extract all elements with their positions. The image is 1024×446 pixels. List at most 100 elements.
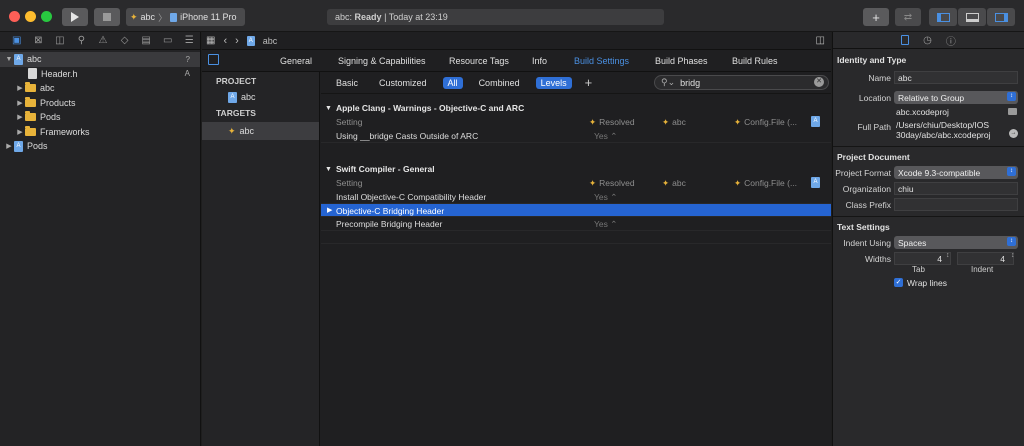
history-inspector-tab[interactable]: ◷: [923, 35, 932, 46]
stop-button[interactable]: [94, 8, 120, 26]
tab-info[interactable]: Info: [532, 56, 547, 66]
breadcrumb-label[interactable]: abc: [263, 36, 278, 46]
tab-signing-capabilities[interactable]: Signing & Capabilities: [338, 56, 426, 66]
indent-using-popup[interactable]: Spaces ↕: [894, 236, 1018, 249]
reveal-in-finder-icon[interactable]: →: [1009, 129, 1018, 138]
filter-basic[interactable]: Basic: [331, 77, 363, 89]
project-item[interactable]: A abc: [202, 88, 319, 106]
indent-width-field[interactable]: 4: [957, 252, 1014, 265]
class-prefix-field[interactable]: [894, 198, 1018, 211]
location-popup[interactable]: Relative to Group ↕: [894, 91, 1018, 104]
column-setting: Setting: [336, 117, 363, 127]
tree-item-group[interactable]: ▶ Pods: [0, 110, 200, 125]
tree-item-label: abc: [40, 83, 55, 94]
toggle-navigator-button[interactable]: [929, 8, 957, 26]
toggle-inspector-button[interactable]: [987, 8, 1015, 26]
tree-item-group[interactable]: ▶ Frameworks: [0, 125, 200, 140]
setting-row[interactable]: Using __bridge Casts Outside of ARC Yes …: [321, 129, 831, 143]
organization-field[interactable]: chiu: [894, 182, 1018, 195]
navigator-tabs: ▣ ⊠ ◫ ⚲ ⚠ ◇ ▤ ▭ ☰: [0, 32, 200, 50]
breakpoint-navigator-tab[interactable]: ▭: [157, 32, 179, 50]
tab-resource-tags[interactable]: Resource Tags: [449, 56, 509, 66]
tree-item-group[interactable]: ▶ abc: [0, 81, 200, 96]
close-window-button[interactable]: [9, 11, 20, 22]
target-icon: ✦: [734, 178, 742, 188]
tree-item-file[interactable]: Header.h A: [0, 67, 200, 82]
tree-item-project[interactable]: ▶ A Pods: [0, 139, 200, 154]
tab-width-stepper[interactable]: ↕: [946, 252, 950, 259]
setting-value[interactable]: Yes ⌃: [594, 131, 617, 142]
forward-arrow-icon[interactable]: ›: [235, 35, 239, 47]
folder-icon[interactable]: [1008, 108, 1017, 115]
disclosure-closed-icon[interactable]: ▶: [4, 142, 14, 150]
tab-build-settings[interactable]: Build Settings: [574, 56, 629, 66]
filter-levels[interactable]: Levels: [535, 76, 572, 89]
minimize-window-button[interactable]: [25, 11, 36, 22]
disclosure-closed-icon[interactable]: ▶: [15, 113, 25, 121]
back-arrow-icon[interactable]: ‹: [223, 35, 227, 47]
disclosure-open-icon[interactable]: ▼: [4, 56, 14, 63]
project-navigator-tab[interactable]: ▣: [6, 32, 28, 50]
issue-navigator-tab[interactable]: ⚠: [92, 32, 114, 50]
file-inspector-tab[interactable]: [901, 35, 910, 45]
test-navigator-tab[interactable]: ◇: [114, 32, 136, 50]
project-format-popup[interactable]: Xcode 9.3-compatible ↕: [894, 166, 1018, 179]
target-item-label: abc: [239, 126, 255, 136]
tree-item-project[interactable]: ▼ A abc ?: [0, 52, 200, 67]
clear-search-icon[interactable]: ✕: [814, 77, 824, 87]
disclosure-closed-icon[interactable]: ▶: [15, 128, 25, 136]
tab-general[interactable]: General: [280, 56, 312, 66]
filter-all[interactable]: All: [442, 76, 463, 89]
setting-row[interactable]: Install Objective-C Compatibility Header…: [321, 190, 831, 204]
settings-group: ▼ Apple Clang - Warnings - Objective-C a…: [321, 101, 831, 143]
source-control-tab[interactable]: ⊠: [28, 32, 50, 50]
search-value[interactable]: bridg: [680, 78, 700, 88]
report-navigator-tab[interactable]: ☰: [179, 32, 201, 50]
scheme-device-label[interactable]: iPhone 11 Pro: [180, 12, 236, 22]
show-targets-icon[interactable]: [208, 54, 219, 65]
name-field[interactable]: abc: [894, 71, 1018, 84]
build-settings-search[interactable]: ⚲⌄ bridg ✕: [654, 75, 829, 90]
library-button[interactable]: +: [863, 8, 889, 26]
disclosure-closed-icon[interactable]: ▶: [15, 84, 25, 92]
inspector-tabs: ◷ ⓘ: [833, 32, 1024, 49]
setting-value[interactable]: Yes ⌃: [594, 219, 617, 230]
disclosure-closed-icon[interactable]: ▶: [15, 99, 25, 107]
symbol-navigator-tab[interactable]: ◫: [49, 32, 71, 50]
disclosure-closed-icon[interactable]: ▶: [327, 206, 332, 214]
folder-icon: [25, 82, 36, 93]
settings-group-header[interactable]: ▼ Swift Compiler - General: [321, 162, 831, 176]
related-items-icon[interactable]: ▦: [206, 35, 215, 46]
breadcrumb[interactable]: A abc: [246, 35, 278, 46]
tab-width-field[interactable]: 4: [894, 252, 951, 265]
scheme-target-label[interactable]: abc: [141, 12, 156, 22]
run-button[interactable]: [62, 8, 88, 26]
help-inspector-tab[interactable]: ⓘ: [946, 33, 956, 48]
debug-navigator-tab[interactable]: ▤: [135, 32, 157, 50]
filter-combined[interactable]: Combined: [474, 77, 525, 89]
indent-width-stepper[interactable]: ↕: [1011, 252, 1015, 259]
target-item[interactable]: ✦ abc: [202, 122, 319, 140]
class-prefix-label: Class Prefix: [845, 200, 891, 210]
settings-group-header[interactable]: ▼ Apple Clang - Warnings - Objective-C a…: [321, 101, 831, 115]
search-icon: ⚲⌄: [661, 77, 676, 87]
wrap-lines-checkbox[interactable]: ✓: [894, 278, 903, 287]
tree-item-group[interactable]: ▶ Products: [0, 96, 200, 111]
find-navigator-tab[interactable]: ⚲: [71, 32, 93, 50]
folder-icon: [25, 125, 36, 136]
location-file: abc.xcodeproj: [896, 107, 949, 117]
scheme-selector[interactable]: ✦ abc 〉 iPhone 11 Pro: [126, 8, 245, 26]
add-setting-button[interactable]: +: [585, 75, 593, 90]
setting-row-selected[interactable]: ▶ Objective-C Bridging Header: [321, 203, 831, 217]
code-review-button[interactable]: ⇄: [895, 8, 921, 26]
tab-build-rules[interactable]: Build Rules: [732, 56, 778, 66]
zoom-window-button[interactable]: [41, 11, 52, 22]
split-editor-icon[interactable]: ◫: [816, 35, 825, 46]
scm-status: A: [184, 69, 190, 79]
setting-value[interactable]: Yes ⌃: [594, 192, 617, 203]
setting-row[interactable]: Precompile Bridging Header Yes ⌃: [321, 217, 831, 231]
filter-customized[interactable]: Customized: [374, 77, 432, 89]
setting-name: Install Objective-C Compatibility Header: [336, 192, 487, 202]
tab-build-phases[interactable]: Build Phases: [655, 56, 708, 66]
toggle-debug-area-button[interactable]: [958, 8, 986, 26]
